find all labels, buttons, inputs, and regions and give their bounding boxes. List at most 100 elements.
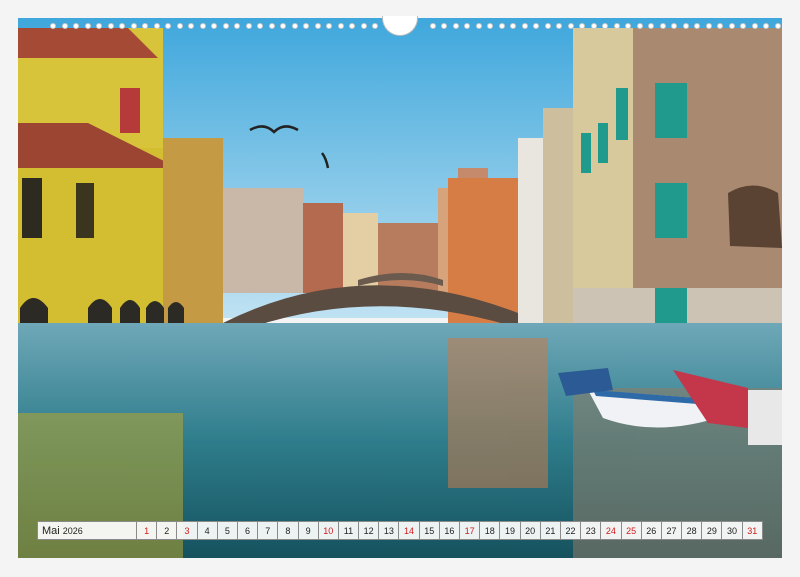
- day-cell: 17: [460, 521, 481, 540]
- binding-hole: [441, 23, 447, 29]
- binding-hole: [648, 23, 654, 29]
- day-cell: 8: [278, 521, 299, 540]
- year: 2026: [62, 525, 83, 536]
- binding-hole: [429, 23, 436, 29]
- binding-hole: [257, 23, 263, 29]
- binding-hole: [360, 23, 367, 29]
- binding-hole: [590, 23, 597, 29]
- binding-hole: [475, 23, 482, 29]
- day-cell: 14: [399, 521, 420, 540]
- day-cells: 1 2 3 4 5 6 7 8 9 10 11 12 13 14 15 16 17 18 19 20 21 22 23 24 2…: [137, 521, 763, 540]
- binding-hole: [303, 23, 309, 29]
- binding-hole: [130, 23, 137, 29]
- binding-hole: [510, 23, 516, 29]
- day-cell: 29: [702, 521, 723, 540]
- binding-hole: [372, 23, 378, 29]
- binding-hole: [222, 23, 229, 29]
- binding-hole: [625, 23, 631, 29]
- binding-hole: [142, 23, 148, 29]
- binding-hole: [199, 23, 206, 29]
- binding-hole: [84, 23, 91, 29]
- binding-hole: [280, 23, 286, 29]
- binding-hole: [337, 23, 344, 29]
- binding-hole: [268, 23, 275, 29]
- binding-hole: [763, 23, 769, 29]
- binding-hole: [705, 23, 712, 29]
- binding-hole: [487, 23, 493, 29]
- day-cell: 24: [601, 521, 622, 540]
- day-cell: 11: [338, 521, 360, 540]
- day-cell: 4: [197, 521, 218, 540]
- hanger-hook: [382, 16, 418, 36]
- day-cell: 13: [379, 521, 400, 540]
- binding-hole: [533, 23, 539, 29]
- binding-hole: [326, 23, 332, 29]
- binding-hole: [234, 23, 240, 29]
- binding-hole: [464, 23, 470, 29]
- binding-hole: [567, 23, 574, 29]
- binding-hole: [73, 23, 79, 29]
- day-cell: 15: [419, 521, 440, 540]
- day-cell: 19: [500, 521, 521, 540]
- day-cell: 23: [581, 521, 602, 540]
- binding-hole: [188, 23, 194, 29]
- binding-hole: [153, 23, 160, 29]
- day-cell: 9: [298, 521, 319, 540]
- binding-hole: [119, 23, 125, 29]
- day-cell: 1: [137, 521, 158, 540]
- day-cell: 2: [157, 521, 178, 540]
- binding-hole: [636, 23, 643, 29]
- binding-hole: [740, 23, 746, 29]
- day-cell: 25: [621, 521, 642, 540]
- calendar-page: Mai 2026 1 2 3 4 5 6 7 8 9 10 11 12 13 14 15 16 17 18 19 20…: [0, 0, 800, 577]
- day-cell: 31: [742, 521, 763, 540]
- day-cell: 3: [177, 521, 198, 540]
- day-cell: 28: [682, 521, 703, 540]
- binding-hole: [245, 23, 252, 29]
- binding-hole: [751, 23, 758, 29]
- day-cell: 10: [318, 521, 339, 540]
- binding-hole: [556, 23, 562, 29]
- binding-hole: [291, 23, 298, 29]
- binding-hole: [176, 23, 183, 29]
- month-name: Mai: [42, 524, 60, 537]
- binding-hole: [728, 23, 735, 29]
- day-cell: 6: [237, 521, 259, 540]
- binding-hole: [544, 23, 551, 29]
- binding-hole: [314, 23, 321, 29]
- binding-hole: [165, 23, 171, 29]
- binding-hole: [717, 23, 723, 29]
- spiral-binding: [0, 14, 800, 40]
- day-cell: 16: [439, 521, 460, 540]
- day-cell: 26: [641, 521, 662, 540]
- binding-hole: [521, 23, 528, 29]
- binding-hole: [613, 23, 620, 29]
- binding-hole: [602, 23, 608, 29]
- binding-hole: [671, 23, 677, 29]
- binding-hole: [452, 23, 459, 29]
- month-calendar-strip: Mai 2026 1 2 3 4 5 6 7 8 9 10 11 12 13 14 15 16 17 18 19 20…: [37, 521, 763, 540]
- day-cell: 30: [722, 521, 743, 540]
- day-cell: 18: [480, 521, 501, 540]
- binding-hole: [61, 23, 68, 29]
- binding-hole: [50, 23, 56, 29]
- day-cell: 20: [520, 521, 541, 540]
- day-cell: 27: [661, 521, 683, 540]
- binding-hole: [349, 23, 355, 29]
- canal-photo: [18, 18, 782, 558]
- binding-hole: [107, 23, 114, 29]
- binding-hole: [579, 23, 585, 29]
- day-cell: 7: [258, 521, 279, 540]
- day-cell: 5: [217, 521, 238, 540]
- day-cell: 22: [560, 521, 582, 540]
- binding-hole: [659, 23, 666, 29]
- binding-hole: [498, 23, 505, 29]
- binding-hole: [211, 23, 217, 29]
- day-cell: 21: [540, 521, 561, 540]
- binding-hole: [682, 23, 689, 29]
- binding-hole: [96, 23, 102, 29]
- binding-hole: [694, 23, 700, 29]
- month-label: Mai 2026: [37, 521, 137, 540]
- day-cell: 12: [359, 521, 380, 540]
- binding-hole: [774, 23, 781, 29]
